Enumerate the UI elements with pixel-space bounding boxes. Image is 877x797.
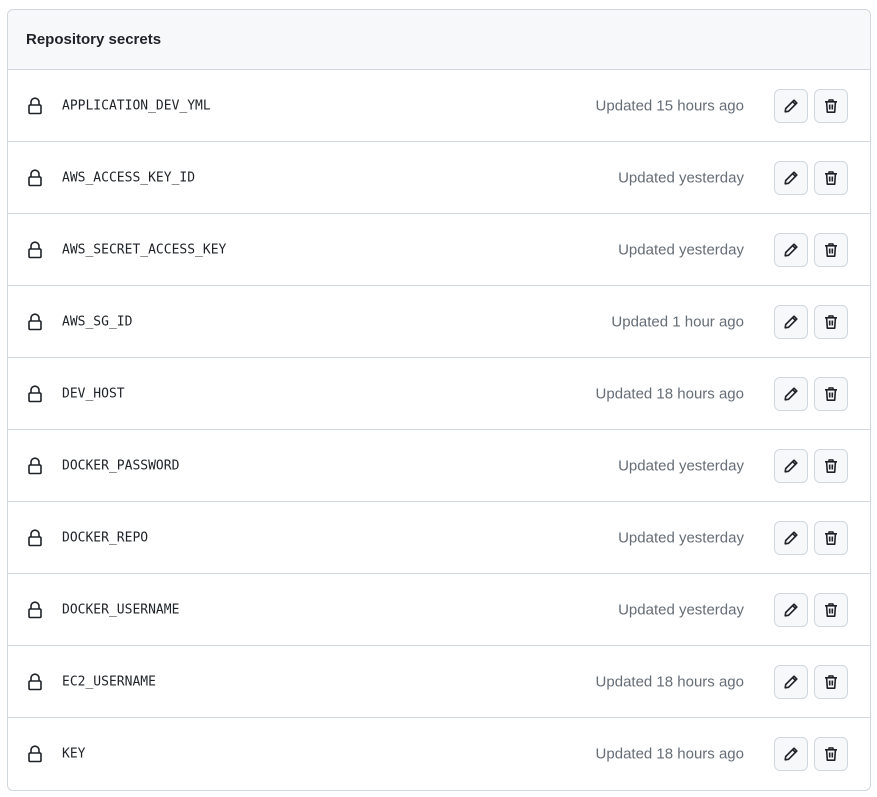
lock-icon <box>26 96 44 115</box>
secret-updated: Updated 18 hours ago <box>595 673 744 690</box>
pencil-icon <box>783 530 799 546</box>
secret-updated: Updated yesterday <box>618 529 744 546</box>
edit-secret-button[interactable] <box>774 664 808 699</box>
secret-name: DEV_HOST <box>62 386 125 401</box>
secret-row: KEY Updated 18 hours ago <box>8 718 870 790</box>
delete-secret-button[interactable] <box>814 304 848 339</box>
delete-secret-button[interactable] <box>814 376 848 411</box>
secret-name: DOCKER_PASSWORD <box>62 458 180 473</box>
lock-icon <box>26 528 44 547</box>
box-title: Repository secrets <box>26 31 162 48</box>
secret-name: AWS_ACCESS_KEY_ID <box>62 170 196 185</box>
lock-icon <box>26 456 44 475</box>
secret-updated: Updated yesterday <box>618 241 744 258</box>
edit-secret-button[interactable] <box>774 160 808 195</box>
trash-icon <box>823 170 839 186</box>
secret-name: DOCKER_REPO <box>62 530 149 545</box>
delete-secret-button[interactable] <box>814 88 848 123</box>
lock-icon <box>26 240 44 259</box>
secret-row: AWS_SECRET_ACCESS_KEY Updated yesterday <box>8 214 870 286</box>
secret-name: EC2_USERNAME <box>62 674 156 689</box>
delete-secret-button[interactable] <box>814 737 848 771</box>
secret-updated: Updated 18 hours ago <box>595 385 744 402</box>
pencil-icon <box>783 746 799 762</box>
lock-icon <box>26 168 44 187</box>
edit-secret-button[interactable] <box>774 592 808 627</box>
secret-updated: Updated 15 hours ago <box>595 97 744 114</box>
edit-secret-button[interactable] <box>774 88 808 123</box>
secret-row: APPLICATION_DEV_YML Updated 15 hours ago <box>8 70 870 142</box>
secret-row: EC2_USERNAME Updated 18 hours ago <box>8 646 870 718</box>
edit-secret-button[interactable] <box>774 737 808 771</box>
secret-name: DOCKER_USERNAME <box>62 602 180 617</box>
secrets-list: APPLICATION_DEV_YML Updated 15 hours ago <box>8 70 870 790</box>
secret-updated: Updated 18 hours ago <box>595 745 744 763</box>
edit-secret-button[interactable] <box>774 376 808 411</box>
pencil-icon <box>783 386 799 402</box>
edit-secret-button[interactable] <box>774 448 808 483</box>
lock-icon <box>26 600 44 619</box>
secret-row: DOCKER_REPO Updated yesterday <box>8 502 870 574</box>
trash-icon <box>823 314 839 330</box>
secret-updated: Updated 1 hour ago <box>611 313 744 330</box>
delete-secret-button[interactable] <box>814 232 848 267</box>
edit-secret-button[interactable] <box>774 304 808 339</box>
pencil-icon <box>783 98 799 114</box>
trash-icon <box>823 458 839 474</box>
repository-secrets-box: Repository secrets APPLICATION_DEV_YML U… <box>7 9 871 791</box>
trash-icon <box>823 386 839 402</box>
lock-icon <box>26 312 44 331</box>
secret-name: AWS_SECRET_ACCESS_KEY <box>62 242 227 257</box>
edit-secret-button[interactable] <box>774 520 808 555</box>
secret-name: KEY <box>62 746 86 762</box>
lock-icon <box>26 384 44 403</box>
secret-name: APPLICATION_DEV_YML <box>62 98 211 113</box>
lock-icon <box>26 672 44 691</box>
secret-updated: Updated yesterday <box>618 457 744 474</box>
secret-updated: Updated yesterday <box>618 601 744 618</box>
secret-row: AWS_ACCESS_KEY_ID Updated yesterday <box>8 142 870 214</box>
trash-icon <box>823 530 839 546</box>
delete-secret-button[interactable] <box>814 592 848 627</box>
delete-secret-button[interactable] <box>814 664 848 699</box>
pencil-icon <box>783 242 799 258</box>
delete-secret-button[interactable] <box>814 448 848 483</box>
edit-secret-button[interactable] <box>774 232 808 267</box>
delete-secret-button[interactable] <box>814 160 848 195</box>
pencil-icon <box>783 458 799 474</box>
pencil-icon <box>783 674 799 690</box>
secret-row: AWS_SG_ID Updated 1 hour ago <box>8 286 870 358</box>
pencil-icon <box>783 314 799 330</box>
trash-icon <box>823 674 839 690</box>
secret-updated: Updated yesterday <box>618 169 744 186</box>
pencil-icon <box>783 602 799 618</box>
pencil-icon <box>783 170 799 186</box>
delete-secret-button[interactable] <box>814 520 848 555</box>
secret-row: DOCKER_PASSWORD Updated yesterday <box>8 430 870 502</box>
lock-icon <box>26 745 44 763</box>
trash-icon <box>823 242 839 258</box>
secret-name: AWS_SG_ID <box>62 314 133 329</box>
trash-icon <box>823 98 839 114</box>
secret-row: DOCKER_USERNAME Updated yesterday <box>8 574 870 646</box>
box-header: Repository secrets <box>8 10 870 70</box>
trash-icon <box>823 602 839 618</box>
trash-icon <box>823 746 839 762</box>
secret-row: DEV_HOST Updated 18 hours ago <box>8 358 870 430</box>
